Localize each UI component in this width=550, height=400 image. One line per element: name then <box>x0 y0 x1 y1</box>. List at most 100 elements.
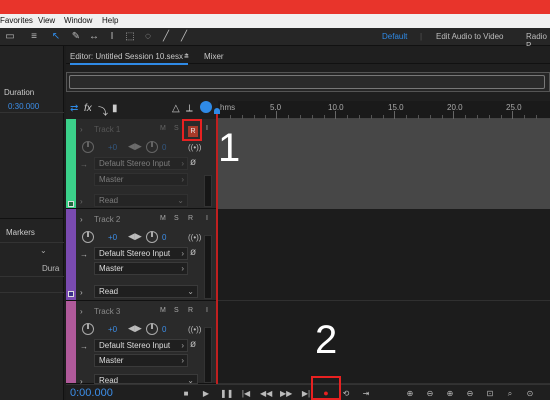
rewind-icon[interactable]: ◀◀ <box>260 388 272 399</box>
volume-knob-icon[interactable] <box>82 231 94 243</box>
monitor-input-button[interactable]: I <box>206 307 208 314</box>
phase-invert-icon[interactable]: ø <box>190 247 196 258</box>
menu-window[interactable]: Window <box>64 16 92 25</box>
automation-dropdown[interactable]: Read ⌄ <box>94 285 198 298</box>
move-tool-icon[interactable]: ↖ <box>50 31 62 43</box>
input-dropdown[interactable]: Default Stereo Input › <box>94 339 188 352</box>
fast-forward-icon[interactable]: ▶▶ <box>280 388 292 399</box>
razor-tool-icon[interactable]: ✎ <box>70 31 82 43</box>
overview-zoom-window[interactable] <box>69 75 545 89</box>
track-1-lane[interactable] <box>218 119 550 209</box>
lasso-tool-icon[interactable]: ◌ <box>142 31 154 43</box>
zoom-full-icon[interactable]: ⌕ <box>504 388 516 399</box>
slip-tool-icon[interactable]: ↔ <box>88 31 100 43</box>
wireless-icon[interactable]: ((•)) <box>188 143 201 152</box>
chevron-right-icon[interactable]: › <box>80 215 83 224</box>
volume-value[interactable]: +0 <box>108 233 117 242</box>
output-dropdown[interactable]: Master › <box>94 173 188 186</box>
solo-button[interactable]: S <box>174 307 179 314</box>
zoom-in-time-icon[interactable]: ⊕ <box>444 388 456 399</box>
solo-button[interactable]: S <box>174 215 179 222</box>
mute-button[interactable]: M <box>160 215 166 222</box>
volume-knob-icon[interactable] <box>82 141 94 153</box>
zoom-out-amplitude-icon[interactable]: ⊖ <box>424 388 436 399</box>
automation-dropdown[interactable]: Read ⌄ <box>94 374 198 385</box>
waveform-view-icon[interactable]: ▭ <box>4 31 16 43</box>
playhead-handle-icon[interactable] <box>214 108 220 114</box>
playhead[interactable] <box>216 112 218 400</box>
automation-dropdown[interactable]: Read ⌄ <box>94 194 188 207</box>
volume-knob-icon[interactable] <box>82 323 94 335</box>
metronome-icon[interactable]: △ <box>172 103 180 114</box>
pan-knob-icon[interactable] <box>146 231 158 243</box>
chevron-down-icon[interactable]: ⌄ <box>40 246 47 255</box>
brush-tool-icon[interactable]: ╱ <box>160 31 172 43</box>
pan-value[interactable]: 0 <box>162 233 166 242</box>
chevron-right-icon[interactable]: › <box>80 288 83 297</box>
track-name[interactable]: Track 1 <box>94 125 120 134</box>
zoom-out-time-icon[interactable]: ⊖ <box>464 388 476 399</box>
output-dropdown[interactable]: Master › <box>94 262 188 275</box>
tab-mixer[interactable]: Mixer <box>204 52 224 61</box>
monitor-input-button[interactable]: I <box>206 125 208 132</box>
stop-icon[interactable]: ■ <box>180 388 192 399</box>
wireless-icon[interactable]: ((•)) <box>188 233 201 242</box>
swap-icon[interactable]: ⇄ <box>70 103 78 114</box>
solo-button[interactable]: S <box>174 125 179 132</box>
track-3-lane[interactable] <box>218 301 550 384</box>
tab-editor[interactable]: Editor: Untitled Session 10.sesx * <box>70 52 189 65</box>
track-3-header[interactable]: › Track 3 M S R I +0 ◀▶ 0 ((•)) → Defaul… <box>66 301 218 386</box>
track-select-checkbox[interactable] <box>68 291 74 297</box>
time-selection-tool-icon[interactable]: I <box>106 31 118 43</box>
workspace-edit-audio-to-video[interactable]: Edit Audio to Video <box>436 32 503 41</box>
track-name[interactable]: Track 2 <box>94 215 120 224</box>
record-arm-button[interactable]: R <box>188 215 193 222</box>
phase-invert-icon[interactable]: ø <box>190 339 196 350</box>
eq-icon[interactable]: ▮ <box>112 103 118 114</box>
input-dropdown[interactable]: Default Stereo Input › <box>94 157 188 170</box>
skip-to-start-icon[interactable]: |◀ <box>240 388 252 399</box>
phase-invert-icon[interactable]: ø <box>190 157 196 168</box>
record-arm-button[interactable]: R <box>188 307 193 314</box>
skip-selection-icon[interactable]: ⇥ <box>360 388 372 399</box>
fx-icon[interactable]: fx <box>84 103 92 114</box>
timecode-display[interactable]: 0:00.000 <box>70 387 113 399</box>
spot-healing-tool-icon[interactable]: ╱ <box>178 31 190 43</box>
chevron-right-icon[interactable]: › <box>80 197 83 206</box>
snap-icon[interactable]: ⟂ <box>186 103 193 114</box>
panel-menu-icon[interactable]: ≡ <box>184 52 189 61</box>
input-dropdown[interactable]: Default Stereo Input › <box>94 247 188 260</box>
multitrack-view-icon[interactable]: ≡ <box>28 31 40 43</box>
chevron-right-icon[interactable]: › <box>80 125 83 134</box>
track-2-lane[interactable] <box>218 209 550 301</box>
loop-icon[interactable]: ⟲ <box>340 388 352 399</box>
volume-value[interactable]: +0 <box>108 143 117 152</box>
pan-knob-icon[interactable] <box>146 323 158 335</box>
pause-icon[interactable]: ❚❚ <box>220 388 233 399</box>
zoom-in-amplitude-icon[interactable]: ⊕ <box>404 388 416 399</box>
markers-tab[interactable]: Markers <box>6 228 35 237</box>
menu-favorites[interactable]: Favorites <box>0 16 33 25</box>
zoom-in-out-icon[interactable]: ⊙ <box>524 388 536 399</box>
timeline-ruler[interactable]: hms 5.0 10.0 15.0 20.0 25.0 <box>218 101 550 119</box>
play-icon[interactable]: ▶ <box>200 388 212 399</box>
markers-column-duration[interactable]: Dura <box>42 264 59 273</box>
pan-knob-icon[interactable] <box>146 141 158 153</box>
marquee-tool-icon[interactable]: ⬚ <box>124 31 136 43</box>
duration-header[interactable]: Duration <box>4 88 34 97</box>
track-2-header[interactable]: › Track 2 M S R I +0 ◀▶ 0 ((•)) → Defaul… <box>66 209 218 301</box>
mute-button[interactable]: M <box>160 125 166 132</box>
pan-value[interactable]: 0 <box>162 143 166 152</box>
menu-view[interactable]: View <box>38 16 55 25</box>
zoom-selection-icon[interactable]: ⊡ <box>484 388 496 399</box>
headphones-icon[interactable] <box>200 101 212 113</box>
workspace-default[interactable]: Default <box>382 32 407 41</box>
volume-value[interactable]: +0 <box>108 325 117 334</box>
pan-value[interactable]: 0 <box>162 325 166 334</box>
track-name[interactable]: Track 3 <box>94 307 120 316</box>
track-select-checkbox[interactable] <box>68 201 74 207</box>
output-dropdown[interactable]: Master › <box>94 354 188 367</box>
monitor-input-button[interactable]: I <box>206 215 208 222</box>
mute-button[interactable]: M <box>160 307 166 314</box>
chevron-right-icon[interactable]: › <box>80 307 83 316</box>
